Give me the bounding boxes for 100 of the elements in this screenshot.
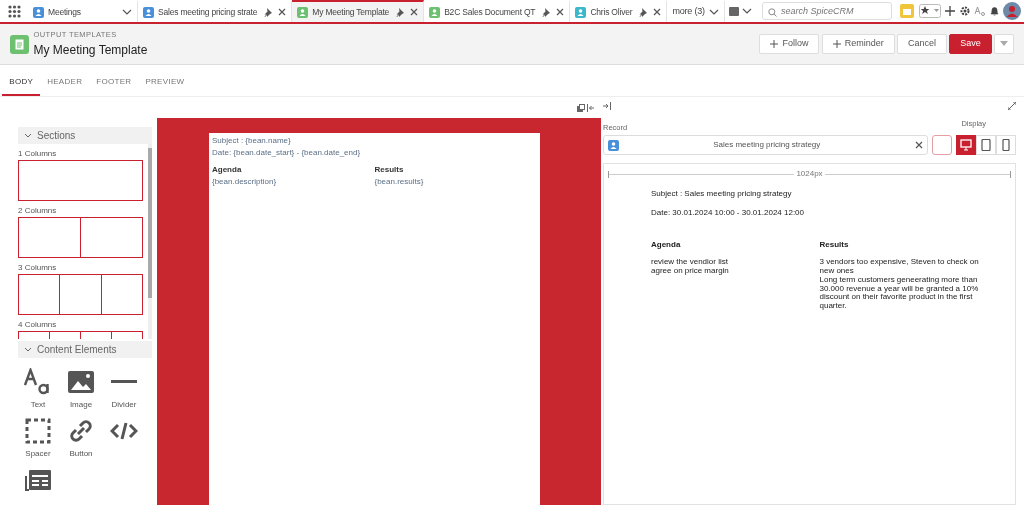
record-type-icon xyxy=(143,6,154,18)
fullscreen-icon[interactable] xyxy=(1008,102,1016,110)
date-text: Date: 30.01.2024 10:00 - 30.01.2024 12:00 xyxy=(651,207,805,220)
column-heading: Agenda xyxy=(212,164,243,176)
record-tab[interactable]: Meetings xyxy=(28,0,138,22)
record-type-icon xyxy=(297,6,309,18)
close-icon[interactable] xyxy=(556,8,565,16)
column-placeholder: {bean.results} xyxy=(374,176,425,188)
desktop-view-button[interactable] xyxy=(956,135,976,156)
add-button[interactable]: Follow xyxy=(759,34,820,54)
column-layout[interactable] xyxy=(18,217,143,258)
pin-icon[interactable] xyxy=(639,7,650,17)
chevron-icon xyxy=(24,132,32,139)
plus-icon xyxy=(770,39,779,48)
plus-icon xyxy=(832,39,841,48)
phone-view-button[interactable] xyxy=(996,135,1016,156)
calendar-icon[interactable] xyxy=(729,6,740,16)
section-label: 3 Columns xyxy=(18,262,58,274)
section-label: 1 Columns xyxy=(18,148,58,160)
desktop-icon xyxy=(960,139,972,152)
section-label: 4 Columns xyxy=(18,319,58,331)
cancel-button[interactable]: Cancel xyxy=(896,34,947,54)
text-size-icon xyxy=(24,368,52,396)
content-element[interactable]: Button xyxy=(61,417,101,460)
template-page[interactable]: Subject : {bean.name} Date: {bean.date_start} - {bean.date_end} Agenda {bean.description} Results {bean.results} xyxy=(209,133,540,505)
editor-tab[interactable]: PREVIEW xyxy=(138,70,192,96)
editor-tab[interactable]: FOOTER xyxy=(89,70,139,96)
copy-icon[interactable] xyxy=(576,104,585,112)
column-text: agree on price margin xyxy=(651,267,730,276)
section-header[interactable]: Sections xyxy=(18,127,152,144)
record-type-icon xyxy=(429,6,441,18)
chevron-icon xyxy=(24,346,32,353)
width-label: 1024px xyxy=(795,168,824,181)
save-button[interactable]: Save xyxy=(949,34,992,54)
editor-tab[interactable]: BODY xyxy=(2,70,41,96)
subject-text: Subject : Sales meeting pricing strategy xyxy=(651,188,793,201)
avatar-icon[interactable] xyxy=(1003,2,1022,20)
collapse-icon[interactable] xyxy=(587,104,595,112)
column-text: review the vendior list xyxy=(651,258,729,268)
more-tabs-label: more (3) xyxy=(672,5,705,19)
column-placeholder: {bean.description} xyxy=(212,176,278,188)
content-element[interactable]: Spacer xyxy=(18,417,58,460)
phone-icon xyxy=(1000,139,1012,152)
column-layout[interactable] xyxy=(18,160,143,201)
tablet-icon xyxy=(980,139,992,152)
tablet-view-button[interactable] xyxy=(976,135,996,156)
clear-icon[interactable] xyxy=(914,141,923,150)
column-text: 3 vendors too expensive, Steven to check on new ones xyxy=(819,258,980,276)
column-heading: Results xyxy=(819,239,850,252)
image-icon xyxy=(67,368,95,396)
editor-tab[interactable]: HEADER xyxy=(40,70,90,96)
section-label: 2 Columns xyxy=(18,205,58,217)
tab-label: Chris Oliver xyxy=(590,5,633,19)
date-line: Date: {bean.date_start} - {bean.date_end} xyxy=(212,147,362,159)
record-type-icon xyxy=(575,6,587,18)
record-type-icon xyxy=(33,6,44,18)
settings-icon[interactable] xyxy=(959,6,970,16)
record-field[interactable]: Sales meeting pricing strategy xyxy=(603,135,928,156)
record-tab[interactable]: Chris Oliver xyxy=(570,0,668,22)
bell-icon[interactable] xyxy=(989,6,999,16)
apps-menu-icon[interactable] xyxy=(7,4,21,18)
section-header[interactable]: Content Elements xyxy=(18,341,152,358)
tab-label: B2C Sales Document QT xyxy=(444,5,536,19)
close-icon[interactable] xyxy=(278,8,287,16)
subject-line: Subject : {bean.name} xyxy=(212,135,292,147)
column-heading: Agenda xyxy=(651,239,682,252)
contact-icon xyxy=(608,139,619,151)
chevron-down-icon xyxy=(708,8,719,16)
plus-icon[interactable] xyxy=(945,6,956,16)
record-tab[interactable]: My Meeting Template xyxy=(292,0,425,22)
color-field[interactable] xyxy=(931,135,952,156)
chevron-down-icon[interactable] xyxy=(122,8,132,16)
divider-icon xyxy=(110,380,138,383)
pin-icon[interactable] xyxy=(396,7,407,17)
content-element[interactable]: Image xyxy=(61,368,101,411)
record-tab[interactable]: B2C Sales Document QT xyxy=(424,0,571,22)
tab-label: Sales meeting pricing strate xyxy=(158,5,258,19)
caret-icon xyxy=(1000,41,1008,47)
dashed-square-icon xyxy=(24,417,52,445)
expand-panel-icon[interactable] xyxy=(603,102,611,110)
search-icon xyxy=(768,8,778,17)
content-element[interactable]: Divider xyxy=(104,368,144,411)
record-title: My Meeting Template xyxy=(33,41,148,59)
column-heading: Results xyxy=(374,164,405,176)
pin-icon[interactable] xyxy=(264,7,275,17)
search-field[interactable]: search SpiceCRM xyxy=(762,2,893,20)
content-element[interactable]: Text xyxy=(18,368,58,411)
pin-icon[interactable] xyxy=(542,7,553,17)
add-button[interactable]: Reminder xyxy=(821,34,895,54)
link-icon xyxy=(67,417,95,445)
close-icon[interactable] xyxy=(410,8,419,16)
scrollbar[interactable] xyxy=(148,144,152,339)
more-tabs-menu[interactable]: more (3) xyxy=(667,0,725,22)
column-text: Long term customers geneerating more than 30.000 revenue a year will be granted a 10% discount on their favorite product in the first quarter. xyxy=(819,275,980,312)
column-layout[interactable] xyxy=(18,274,143,315)
chevron-down-icon[interactable] xyxy=(741,7,752,15)
tab-label: My Meeting Template xyxy=(312,5,390,19)
close-icon[interactable] xyxy=(653,8,662,16)
clipboard-icon xyxy=(10,34,29,54)
tab-label: Meetings xyxy=(48,5,82,19)
